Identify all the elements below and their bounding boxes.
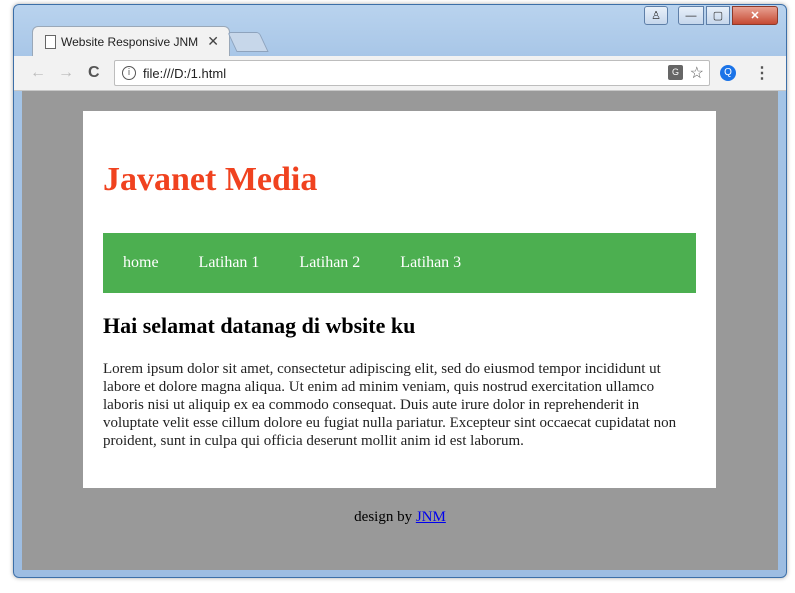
translate-icon[interactable]: G: [668, 65, 683, 80]
user-icon[interactable]: ♙: [644, 6, 668, 25]
maximize-button[interactable]: ▢: [706, 6, 730, 25]
footer-link[interactable]: JNM: [416, 509, 446, 525]
nav-home[interactable]: home: [103, 254, 179, 272]
info-icon[interactable]: i: [122, 66, 136, 80]
extension-icon[interactable]: Q: [720, 65, 736, 81]
reload-icon[interactable]: C: [88, 64, 100, 82]
menu-icon[interactable]: ⋮: [754, 63, 770, 83]
content-heading: Hai selamat datanag di wbsite ku: [103, 313, 416, 338]
browser-tab[interactable]: Website Responsive JNM ✕: [32, 26, 230, 57]
browser-window: ♙ — ▢ ✕ Website Responsive JNM ✕ ← → C i…: [13, 4, 787, 578]
tab-title: Website Responsive JNM: [61, 35, 199, 49]
site-title: Javanet Media: [103, 161, 318, 198]
nav-latihan-1[interactable]: Latihan 1: [179, 254, 280, 272]
forward-icon[interactable]: →: [58, 64, 74, 82]
nav-latihan-3[interactable]: Latihan 3: [380, 254, 481, 272]
page-viewport: Javanet Media home Latihan 1 Latihan 2 L…: [22, 91, 778, 570]
nav-latihan-2[interactable]: Latihan 2: [279, 254, 380, 272]
close-window-button[interactable]: ✕: [732, 6, 778, 25]
page-footer: design by JNM: [22, 509, 778, 526]
back-icon[interactable]: ←: [30, 64, 46, 82]
window-controls: ♙ — ▢ ✕: [644, 6, 778, 25]
content-paragraph: Lorem ipsum dolor sit amet, consectetur …: [103, 361, 677, 449]
new-tab-button[interactable]: [227, 32, 269, 52]
address-bar[interactable]: i file:///D:/1.html G ☆: [114, 60, 710, 86]
tab-close-icon[interactable]: ✕: [207, 33, 219, 50]
minimize-button[interactable]: —: [678, 6, 704, 25]
browser-toolbar: ← → C i file:///D:/1.html G ☆ Q ⋮: [14, 56, 786, 91]
page-container: Javanet Media home Latihan 1 Latihan 2 L…: [83, 111, 716, 488]
bookmark-star-icon[interactable]: ☆: [690, 63, 704, 83]
address-text[interactable]: file:///D:/1.html: [143, 66, 226, 81]
footer-text: design by: [354, 509, 413, 525]
site-navbar: home Latihan 1 Latihan 2 Latihan 3: [103, 233, 696, 293]
page-icon: [45, 35, 56, 49]
